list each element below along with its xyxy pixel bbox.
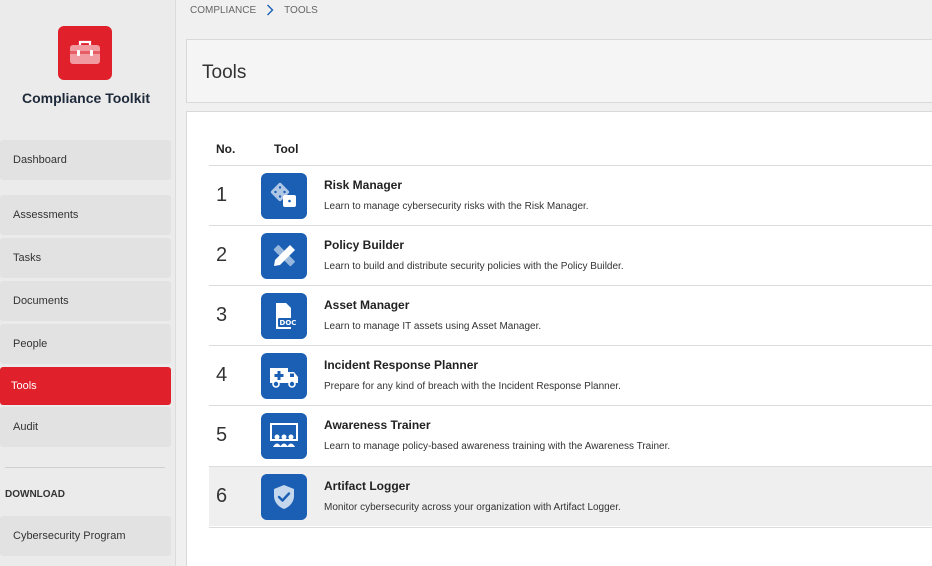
breadcrumb-compliance[interactable]: COMPLIANCE bbox=[190, 5, 256, 16]
tool-name-risk-manager[interactable]: Risk Manager bbox=[324, 178, 402, 192]
sidebar-divider bbox=[5, 467, 165, 468]
ambulance-icon[interactable] bbox=[261, 353, 307, 399]
table-row: 4 Incident Response Planner Prepare for … bbox=[209, 345, 932, 405]
tool-description: Prepare for any kind of breach with the … bbox=[324, 381, 621, 392]
tool-description: Learn to manage IT assets using Asset Ma… bbox=[324, 321, 542, 332]
tool-description: Learn to build and distribute security p… bbox=[324, 261, 624, 272]
breadcrumb-tools: TOOLS bbox=[284, 4, 318, 16]
sidebar-item-dashboard[interactable]: Dashboard bbox=[0, 140, 171, 180]
dice-icon[interactable] bbox=[261, 173, 307, 219]
row-number: 1 bbox=[216, 184, 228, 206]
table-row: 5 Awareness Trainer Learn to manage poli… bbox=[209, 405, 932, 465]
tool-name-asset-manager[interactable]: Asset Manager bbox=[324, 298, 409, 312]
download-section-label: DOWNLOAD bbox=[5, 489, 65, 500]
tool-name-incident-response-planner[interactable]: Incident Response Planner bbox=[324, 358, 478, 372]
page-title: Tools bbox=[202, 62, 247, 83]
column-header-no: No. bbox=[216, 142, 236, 156]
app-title: Compliance Toolkit bbox=[21, 90, 151, 106]
sidebar-item-audit[interactable]: Audit bbox=[0, 407, 171, 447]
tool-name-artifact-logger[interactable]: Artifact Logger bbox=[324, 479, 410, 493]
sidebar-item-people[interactable]: People bbox=[0, 324, 171, 364]
table-row: 1 Risk Manager Learn to manage cybersecu… bbox=[209, 165, 932, 225]
toolbox-icon bbox=[58, 26, 112, 80]
row-number: 3 bbox=[216, 304, 228, 326]
svg-text:DOC: DOC bbox=[280, 319, 297, 327]
sidebar: Compliance Toolkit Dashboard Assessments… bbox=[0, 0, 176, 566]
tool-name-awareness-trainer[interactable]: Awareness Trainer bbox=[324, 418, 431, 432]
table-row: 3 DOC Asset Manager Learn to manage IT a… bbox=[209, 285, 932, 345]
column-header-tool: Tool bbox=[274, 142, 299, 156]
row-number: 2 bbox=[216, 244, 228, 266]
tools-table-panel: No. Tool 1 Risk Manager Learn to manage … bbox=[186, 111, 932, 566]
sidebar-item-tasks[interactable]: Tasks bbox=[0, 238, 171, 278]
classroom-icon[interactable] bbox=[261, 413, 307, 459]
shield-check-icon[interactable] bbox=[261, 474, 307, 520]
row-number: 5 bbox=[216, 424, 228, 446]
pencil-ruler-icon[interactable] bbox=[261, 233, 307, 279]
tool-description: Learn to manage policy-based awareness t… bbox=[324, 441, 671, 452]
table-row: 6 Artifact Logger Monitor cybersecurity … bbox=[209, 466, 932, 526]
table-bottom-border bbox=[209, 527, 932, 528]
sidebar-item-tools[interactable]: Tools bbox=[0, 367, 171, 405]
row-number: 6 bbox=[216, 485, 228, 507]
document-icon[interactable]: DOC bbox=[261, 293, 307, 339]
chevron-right-icon bbox=[266, 4, 274, 16]
table-row: 2 Policy Builder Learn to build and dist… bbox=[209, 225, 932, 285]
tool-description: Learn to manage cybersecurity risks with… bbox=[324, 201, 589, 212]
tool-description: Monitor cybersecurity across your organi… bbox=[324, 502, 621, 513]
sidebar-item-cybersecurity-program[interactable]: Cybersecurity Program bbox=[0, 516, 171, 556]
row-number: 4 bbox=[216, 364, 228, 386]
page-header: Tools bbox=[186, 39, 932, 103]
sidebar-item-documents[interactable]: Documents bbox=[0, 281, 171, 321]
sidebar-item-assessments[interactable]: Assessments bbox=[0, 195, 171, 235]
tool-name-policy-builder[interactable]: Policy Builder bbox=[324, 238, 404, 252]
breadcrumb: COMPLIANCE TOOLS bbox=[190, 3, 318, 17]
